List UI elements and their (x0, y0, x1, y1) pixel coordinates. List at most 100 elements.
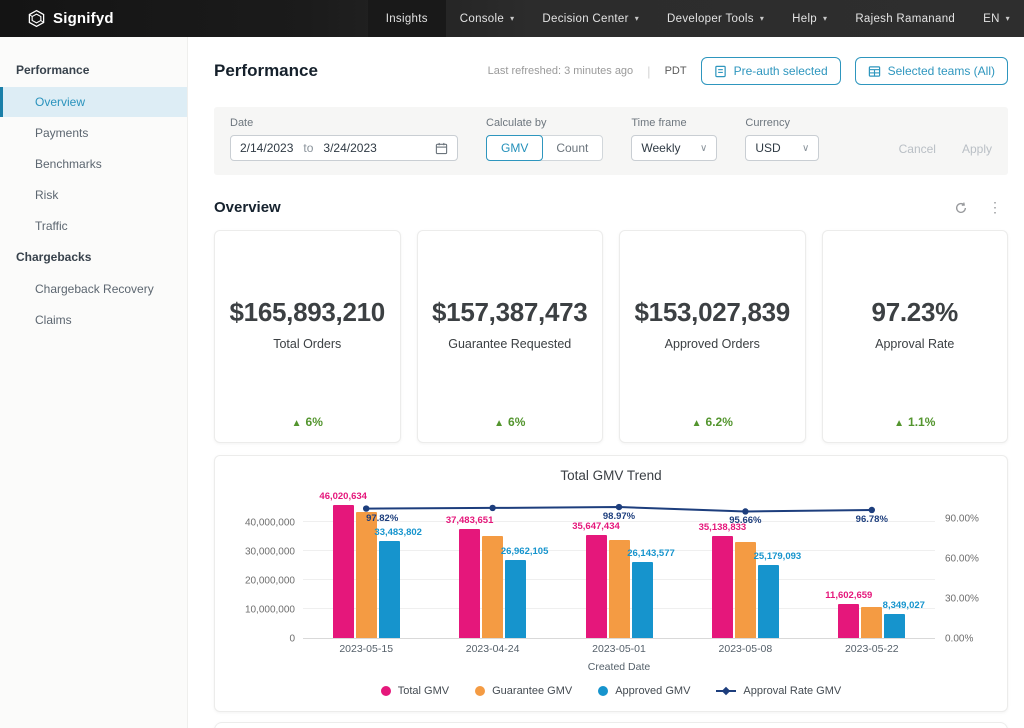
nav-item-developer-tools[interactable]: Developer Tools▾ (653, 0, 778, 37)
kpi-label: Guarantee Requested (448, 337, 571, 351)
kpi-label: Approval Rate (875, 337, 954, 351)
date-to-word: to (303, 141, 313, 155)
x-tick-label: 2023-05-01 (592, 643, 646, 655)
sidebar-section-chargebacks: Chargebacks (0, 242, 187, 273)
currency-label: Currency (745, 117, 819, 129)
kpi-label: Approved Orders (665, 337, 760, 351)
sidebar-item-chargeback-recovery[interactable]: Chargeback Recovery (0, 274, 187, 304)
sidebar-item-payments[interactable]: Payments (0, 118, 187, 148)
currency-select[interactable]: USD ∨ (745, 135, 819, 161)
y-right-tick: 60.00% (945, 554, 979, 565)
y-axis-left: 40,000,00030,000,00020,000,00010,000,000… (229, 489, 303, 639)
refresh-icon[interactable] (954, 201, 968, 215)
date-to-value[interactable]: 3/24/2023 (323, 141, 376, 155)
signifyd-brand[interactable]: Signifyd (0, 0, 114, 37)
top-nav: Signifyd InsightsConsole▾Decision Center… (0, 0, 1024, 37)
brand-name: Signifyd (53, 10, 114, 27)
y-right-tick: 90.00% (945, 514, 979, 525)
selected-teams-button[interactable]: Selected teams (All) (855, 57, 1008, 85)
sidebar: PerformanceOverviewPaymentsBenchmarksRis… (0, 37, 188, 728)
sidebar-item-benchmarks[interactable]: Benchmarks (0, 149, 187, 179)
kebab-menu-icon[interactable]: ⋮ (988, 199, 1002, 216)
chart-plot-area: 46,020,63433,483,80297.82%37,483,65126,9… (303, 489, 935, 639)
nav-item-label: Decision Center (542, 13, 628, 25)
sidebar-section-performance: Performance (0, 55, 187, 86)
overview-section-header: Overview ⋮ (214, 199, 1008, 216)
time-frame-value: Weekly (641, 141, 680, 155)
nav-item-label: Help (792, 13, 817, 25)
preauth-selected-label: Pre-auth selected (734, 64, 828, 78)
next-card-partial: . (214, 722, 1008, 728)
y-left-tick: 0 (289, 634, 295, 645)
main-content: Performance Last refreshed: 3 minutes ag… (188, 37, 1024, 728)
legend-item-approved-gmv[interactable]: Approved GMV (598, 685, 690, 697)
y-left-tick: 30,000,000 (245, 547, 295, 558)
x-tick-label: 2023-05-22 (845, 643, 899, 655)
calendar-icon[interactable] (435, 142, 448, 155)
sidebar-item-overview[interactable]: Overview (0, 87, 187, 117)
date-label: Date (230, 117, 458, 129)
kpi-value: $165,893,210 (230, 297, 385, 328)
legend-label: Guarantee GMV (492, 685, 572, 697)
filter-bar: Date 2/14/2023 to 3/24/2023 Calculate by (214, 107, 1008, 175)
y-left-tick: 10,000,000 (245, 605, 295, 616)
nav-item-label: Rajesh Ramanand (855, 13, 955, 25)
nav-item-decision-center[interactable]: Decision Center ▾ (528, 0, 653, 37)
nav-item-help[interactable]: Help ▾ (778, 0, 841, 37)
x-tick-label: 2023-05-08 (719, 643, 773, 655)
caret-down-icon: ▾ (510, 15, 514, 23)
apply-button[interactable]: Apply (962, 142, 992, 156)
nav-item-label: Console (460, 13, 504, 25)
nav-item-en[interactable]: EN▾ (969, 0, 1024, 37)
calculate-by-toggle: GMV Count (486, 135, 603, 161)
legend-item-guarantee-gmv[interactable]: Guarantee GMV (475, 685, 572, 697)
caret-down-icon: ▾ (823, 15, 827, 23)
preauth-selected-button[interactable]: Pre-auth selected (701, 57, 841, 85)
kpi-value: 97.23% (872, 297, 958, 328)
nav-item-console[interactable]: Console ▾ (446, 0, 529, 37)
kpi-delta: ▲6% (418, 415, 603, 429)
page-header: Performance Last refreshed: 3 minutes ag… (214, 57, 1008, 85)
up-arrow-icon: ▲ (692, 418, 702, 429)
legend-dot-icon (598, 686, 608, 696)
time-frame-label: Time frame (631, 117, 717, 129)
selected-teams-label: Selected teams (All) (888, 64, 995, 78)
y-right-tick: 30.00% (945, 594, 979, 605)
date-from-value[interactable]: 2/14/2023 (240, 141, 293, 155)
legend-dot-icon (475, 686, 485, 696)
last-refreshed-text: Last refreshed: 3 minutes ago (488, 65, 634, 77)
gmv-trend-card: Total GMV Trend 40,000,00030,000,00020,0… (214, 455, 1008, 712)
calc-option-gmv[interactable]: GMV (486, 135, 543, 161)
time-frame-select[interactable]: Weekly ∨ (631, 135, 717, 161)
legend-item-total-gmv[interactable]: Total GMV (381, 685, 449, 697)
nav-item-insights[interactable]: Insights (368, 0, 446, 37)
kpi-value: $153,027,839 (635, 297, 790, 328)
date-range-input[interactable]: 2/14/2023 to 3/24/2023 (230, 135, 458, 161)
legend-dot-icon (381, 686, 391, 696)
overview-section-title: Overview (214, 199, 281, 216)
sidebar-item-claims[interactable]: Claims (0, 305, 187, 335)
x-axis-title: Created Date (303, 661, 935, 677)
chevron-down-icon: ∨ (802, 143, 809, 154)
nav-item-rajesh-ramanand[interactable]: Rajesh Ramanand (841, 0, 969, 37)
caret-down-icon: ▾ (1006, 15, 1010, 23)
top-nav-items: Insights Console ▾ Decision Center ▾ Develope… (368, 0, 1024, 37)
chart-legend: Total GMV Guarantee GMV Approved GMV Approv… (229, 677, 993, 703)
caret-down-icon: ▾ (635, 15, 639, 23)
x-axis-labels: 2023-05-152023-04-242023-05-012023-05-08… (303, 643, 935, 661)
legend-item-approval-rate-gmv[interactable]: Approval Rate GMV (716, 685, 841, 697)
legend-label: Approval Rate GMV (743, 685, 841, 697)
page-title: Performance (214, 61, 318, 81)
sidebar-item-risk[interactable]: Risk (0, 180, 187, 210)
timezone-label: PDT (665, 65, 687, 77)
kpi-value: $157,387,473 (432, 297, 587, 328)
calc-option-count[interactable]: Count (542, 136, 602, 160)
up-arrow-icon: ▲ (494, 418, 504, 429)
kpi-row: $165,893,210Total Orders▲6% $157,387,473 G… (214, 230, 1008, 443)
cancel-button[interactable]: Cancel (899, 142, 936, 156)
chevron-down-icon: ∨ (700, 143, 707, 154)
kpi-card-approval-rate: 97.23%Approval Rate▲1.1% (822, 230, 1009, 443)
sidebar-item-traffic[interactable]: Traffic (0, 211, 187, 241)
kpi-card-total-orders: $165,893,210Total Orders▲6% (214, 230, 401, 443)
kpi-card-approved-orders: $153,027,839Approved Orders▲6.2% (619, 230, 806, 443)
